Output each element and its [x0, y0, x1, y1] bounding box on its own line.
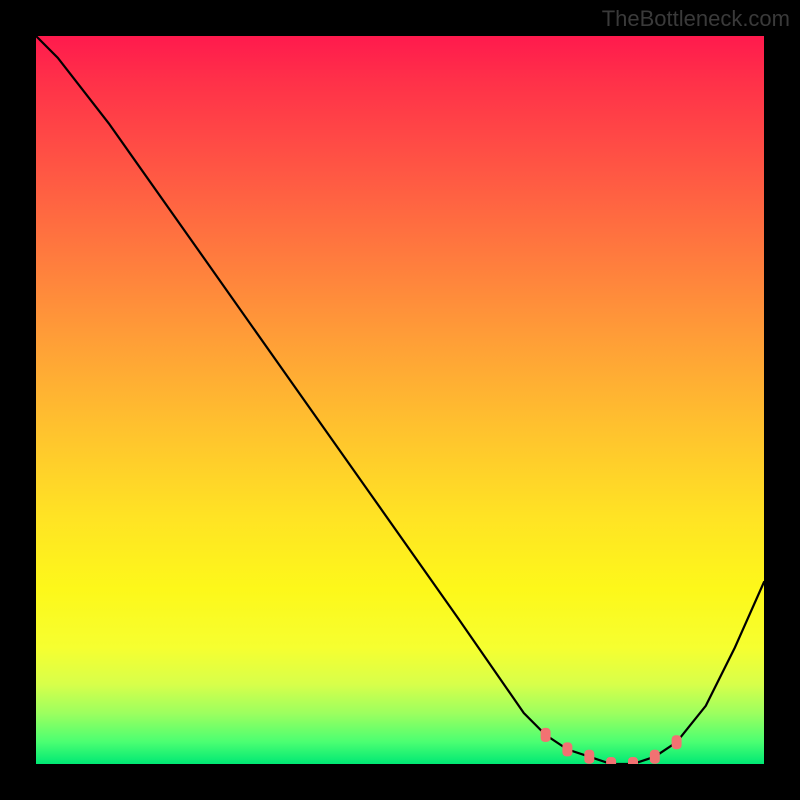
watermark-text: TheBottleneck.com: [602, 6, 790, 32]
plot-gradient-area: [36, 36, 764, 764]
chart-frame: TheBottleneck.com: [0, 0, 800, 800]
